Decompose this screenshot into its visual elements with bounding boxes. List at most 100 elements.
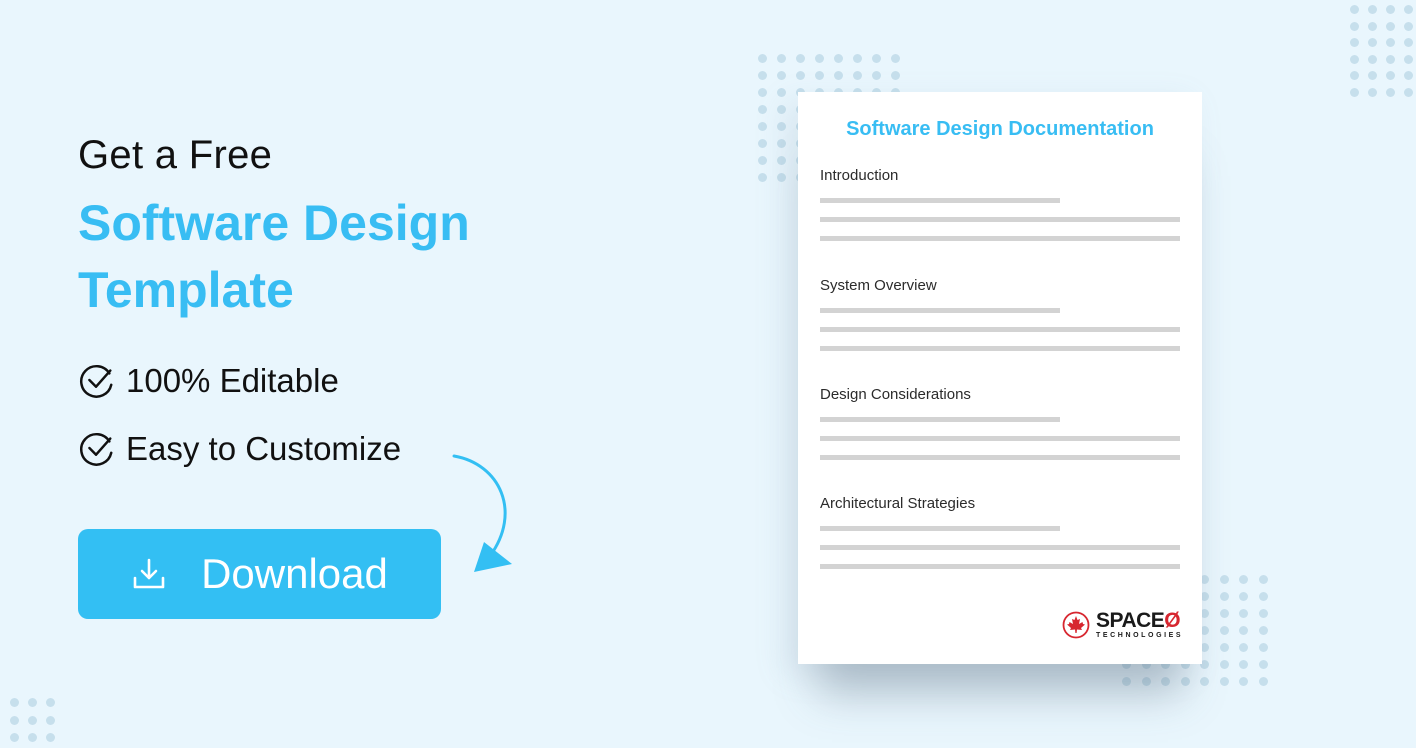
decorative-dot (834, 54, 843, 63)
check-circle-icon (80, 432, 113, 466)
decorative-dot (1239, 660, 1248, 669)
decorative-dot (1404, 21, 1413, 31)
decorative-dot (1219, 592, 1229, 601)
document-section: Architectural Strategies (820, 495, 1180, 569)
decorative-dot (1258, 626, 1268, 635)
decorative-dot (891, 71, 900, 80)
decorative-dot (777, 156, 786, 165)
text-placeholder-bar (820, 526, 1060, 531)
decorative-dot (758, 156, 767, 165)
feature-item: 100% Editable (78, 362, 339, 400)
decorative-dot (1386, 54, 1395, 64)
section-heading: Design Considerations (820, 386, 971, 403)
text-placeholder-bar (820, 545, 1180, 550)
decorative-dot (796, 54, 805, 63)
decorative-dot (1219, 575, 1229, 584)
decorative-dot (1350, 87, 1359, 97)
decorative-dot (1239, 626, 1248, 635)
document-section: System Overview (820, 277, 1180, 351)
text-placeholder-bar (820, 455, 1180, 460)
text-placeholder-bar (820, 564, 1180, 569)
decorative-dot (1350, 5, 1359, 14)
decorative-dot (28, 715, 37, 725)
decorative-dot (1350, 21, 1359, 31)
decorative-dot (777, 54, 786, 63)
section-heading: System Overview (820, 277, 937, 294)
decorative-dot (777, 105, 786, 114)
hero-eyebrow: Get a Free (78, 133, 273, 177)
decorative-dot (891, 54, 900, 63)
text-placeholder-bar (820, 198, 1060, 203)
decorative-dot (1350, 54, 1359, 64)
decorative-dot (1386, 87, 1395, 97)
decorative-dot (758, 139, 767, 148)
decorative-dot (1368, 54, 1377, 64)
download-button[interactable]: Download (78, 529, 441, 619)
decorative-dot (777, 173, 786, 182)
decorative-dot (1368, 87, 1377, 97)
decorative-dot (1219, 643, 1229, 652)
decorative-dot (1219, 626, 1229, 635)
text-placeholder-bar (820, 236, 1180, 241)
check-circle-icon (80, 364, 113, 398)
decorative-dot (10, 733, 19, 742)
decorative-dot (1219, 609, 1229, 618)
text-placeholder-bar (820, 346, 1180, 351)
decorative-dot-grid (10, 698, 55, 742)
decorative-dot (796, 71, 805, 80)
curved-arrow-icon (452, 454, 512, 572)
decorative-dot (1258, 643, 1268, 652)
decorative-dot (1404, 71, 1413, 80)
decorative-dot (1141, 677, 1151, 686)
decorative-dot (758, 105, 767, 114)
decorative-dot-grid (1350, 5, 1413, 97)
decorative-dot (758, 173, 767, 182)
logo-name: SPACE (1096, 609, 1165, 632)
decorative-dot (853, 71, 862, 80)
text-placeholder-bar (820, 417, 1060, 422)
document-section: Design Considerations (820, 386, 1180, 460)
section-heading: Introduction (820, 167, 899, 184)
maple-leaf-icon (1062, 611, 1090, 638)
decorative-dot (758, 71, 767, 80)
decorative-dot (872, 71, 881, 80)
decorative-dot (1239, 592, 1248, 601)
decorative-dot (1239, 643, 1248, 652)
decorative-dot (1219, 677, 1229, 686)
decorative-dot (777, 88, 786, 97)
section-heading: Architectural Strategies (820, 495, 976, 512)
decorative-dot (1200, 677, 1209, 686)
text-placeholder-bar (820, 327, 1180, 332)
document-section: Introduction (820, 167, 1180, 241)
decorative-dot (1219, 660, 1229, 669)
text-placeholder-bar (820, 308, 1060, 313)
decorative-dot (758, 54, 767, 63)
decorative-dot (28, 733, 37, 742)
decorative-dot (1258, 609, 1268, 618)
decorative-dot (1180, 677, 1190, 686)
document-title: Software Design Documentation (846, 118, 1154, 140)
feature-label: 100% Editable (126, 362, 339, 399)
decorative-dot (777, 139, 786, 148)
decorative-dot (1386, 71, 1395, 80)
decorative-dot (1404, 87, 1413, 97)
decorative-dot (758, 122, 767, 131)
decorative-dot (1368, 21, 1377, 31)
decorative-dot (1258, 660, 1268, 669)
decorative-dot (1161, 677, 1170, 686)
decorative-dot (872, 54, 881, 63)
decorative-dot (1404, 38, 1413, 47)
decorative-dot (1258, 677, 1268, 686)
decorative-dot (1404, 54, 1413, 64)
company-logo: SPACEØ TECHNOLOGIES (1062, 610, 1183, 639)
decorative-dot (1386, 38, 1395, 47)
decorative-dot (815, 71, 824, 80)
decorative-dot (1239, 677, 1248, 686)
feature-label: Easy to Customize (126, 430, 402, 467)
download-icon (133, 558, 165, 589)
text-placeholder-bar (820, 217, 1180, 222)
document-preview: Software Design Documentation Introducti… (798, 92, 1202, 664)
logo-accent: Ø (1164, 609, 1181, 632)
decorative-dot (758, 88, 767, 97)
decorative-dot (28, 698, 37, 707)
